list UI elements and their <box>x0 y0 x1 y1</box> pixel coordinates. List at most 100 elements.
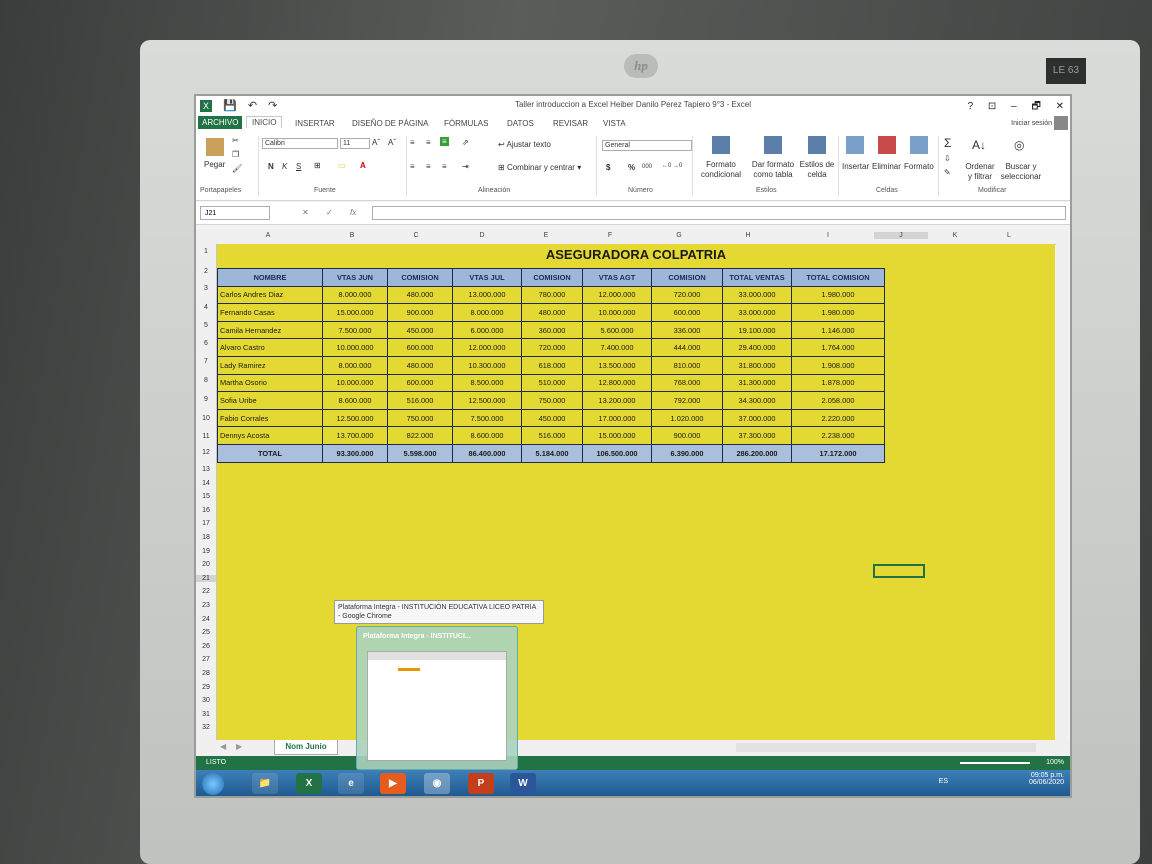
column-header-i[interactable]: I <box>782 232 874 239</box>
value-cell[interactable]: 31.800.000 <box>722 355 792 375</box>
indent-icon[interactable]: ⇥ <box>462 162 469 171</box>
value-cell[interactable]: 1.146.000 <box>791 320 885 340</box>
value-cell[interactable]: 2.058.000 <box>791 391 885 410</box>
value-cell[interactable]: 15.000.000 <box>322 303 388 322</box>
format-cells-icon[interactable] <box>910 136 928 154</box>
restore-button[interactable]: 🗗 <box>1031 101 1040 112</box>
employee-name-cell[interactable]: Alvaro Castro <box>217 338 323 357</box>
value-cell[interactable]: 510.000 <box>521 373 583 393</box>
align-center-icon[interactable]: ≡ <box>426 162 431 171</box>
employee-name-cell[interactable]: Martha Osorio <box>217 373 323 393</box>
header-comision-jun[interactable]: COMISION <box>387 268 453 287</box>
value-cell[interactable]: 1.908.000 <box>791 355 885 375</box>
value-cell[interactable]: 2.220.000 <box>791 408 885 428</box>
value-cell[interactable]: 1.878.000 <box>791 373 885 393</box>
row-header[interactable]: 1 <box>196 248 216 255</box>
tab-home[interactable]: INICIO <box>246 116 283 128</box>
autosum-icon[interactable]: Σ <box>944 136 951 150</box>
row-header[interactable]: 28 <box>196 670 216 677</box>
chrome-window-preview[interactable]: Plataforma Integra - INSTITUCI... <box>356 626 518 770</box>
wrap-text-button[interactable]: ↩ Ajustar texto <box>498 140 551 149</box>
row-header[interactable]: 11 <box>196 433 216 440</box>
value-cell[interactable]: 10.300.000 <box>452 355 522 375</box>
value-cell[interactable]: 33.000.000 <box>722 285 792 305</box>
sort-filter-icon[interactable]: A↓ <box>972 138 986 152</box>
value-cell[interactable]: 34.300.000 <box>722 391 792 410</box>
value-cell[interactable]: 450.000 <box>387 320 453 340</box>
tab-review[interactable]: REVISAR <box>553 119 588 128</box>
value-cell[interactable]: 8.500.000 <box>452 373 522 393</box>
selected-cell-j21[interactable] <box>873 564 925 578</box>
font-color-icon[interactable]: A <box>360 161 366 170</box>
value-cell[interactable]: 7.500.000 <box>322 320 388 340</box>
value-cell[interactable]: 600.000 <box>651 303 723 322</box>
row-header[interactable]: 4 <box>196 304 216 311</box>
value-cell[interactable]: 29.400.000 <box>722 338 792 357</box>
merge-center-button[interactable]: ⊞ Combinar y centrar ▾ <box>498 163 581 172</box>
row-header[interactable]: 10 <box>196 415 216 422</box>
value-cell[interactable]: 5.600.000 <box>582 320 652 340</box>
system-clock[interactable]: 09:05 p.m. 06/06/2020 <box>1029 772 1064 786</box>
value-cell[interactable]: 12.800.000 <box>582 373 652 393</box>
row-header[interactable]: 30 <box>196 697 216 704</box>
value-cell[interactable]: 750.000 <box>387 408 453 428</box>
column-header-g[interactable]: G <box>644 232 714 239</box>
ribbon-display-button[interactable]: ⊡ <box>988 101 996 112</box>
tab-page-layout[interactable]: DISEÑO DE PÁGINA <box>352 119 428 128</box>
column-header-e[interactable]: E <box>516 232 576 239</box>
row-header[interactable]: 26 <box>196 643 216 650</box>
word-icon[interactable]: W <box>510 773 536 794</box>
employee-name-cell[interactable]: Camila Hernandez <box>217 320 323 340</box>
total-value-cell[interactable]: 5.598.000 <box>387 443 453 463</box>
value-cell[interactable]: 822.000 <box>387 426 453 445</box>
cell-styles-button[interactable]: Estilos de celda <box>798 160 836 180</box>
value-cell[interactable]: 360.000 <box>521 320 583 340</box>
row-header[interactable]: 21 <box>196 574 216 582</box>
help-button[interactable]: ? <box>968 101 974 112</box>
row-header[interactable]: 31 <box>196 711 216 718</box>
employee-name-cell[interactable]: Fabio Corrales <box>217 408 323 428</box>
header-nombre[interactable]: NOMBRE <box>217 268 323 287</box>
row-header[interactable]: 8 <box>196 377 216 384</box>
grow-font-icon[interactable]: Aˆ <box>372 138 380 147</box>
value-cell[interactable]: 600.000 <box>387 373 453 393</box>
value-cell[interactable]: 10.000.000 <box>582 303 652 322</box>
header-comision-jul[interactable]: COMISION <box>521 268 583 287</box>
number-format-select[interactable]: General <box>602 140 692 151</box>
chrome-icon[interactable]: ◉ <box>424 773 450 794</box>
avatar[interactable] <box>1054 116 1068 130</box>
value-cell[interactable]: 900.000 <box>387 303 453 322</box>
close-button[interactable]: ✕ <box>1056 101 1064 112</box>
format-button[interactable]: Formato <box>904 162 934 171</box>
header-total-ventas[interactable]: TOTAL VENTAS <box>722 268 792 287</box>
total-value-cell[interactable]: 5.184.000 <box>521 443 583 463</box>
insert-function-button[interactable]: fx <box>350 208 356 217</box>
value-cell[interactable]: 8.600.000 <box>322 391 388 410</box>
value-cell[interactable]: 17.000.000 <box>582 408 652 428</box>
value-cell[interactable]: 618.000 <box>521 355 583 375</box>
tab-formulas[interactable]: FÓRMULAS <box>444 119 488 128</box>
value-cell[interactable]: 1.980.000 <box>791 285 885 305</box>
explorer-icon[interactable]: 📁 <box>252 773 278 794</box>
value-cell[interactable]: 900.000 <box>651 426 723 445</box>
row-header[interactable]: 2 <box>196 268 216 275</box>
align-middle-icon[interactable]: ≡ <box>426 138 431 147</box>
row-header[interactable]: 19 <box>196 548 216 555</box>
value-cell[interactable]: 750.000 <box>521 391 583 410</box>
fill-icon[interactable]: ⇩ <box>944 154 951 163</box>
row-header[interactable]: 6 <box>196 340 216 347</box>
enter-icon[interactable]: ✓ <box>326 208 333 217</box>
value-cell[interactable]: 33.000.000 <box>722 303 792 322</box>
copy-icon[interactable]: ❐ <box>232 150 239 159</box>
value-cell[interactable]: 768.000 <box>651 373 723 393</box>
value-cell[interactable]: 19.100.000 <box>722 320 792 340</box>
row-header[interactable]: 22 <box>196 588 216 595</box>
total-value-cell[interactable]: 93.300.000 <box>322 443 388 463</box>
value-cell[interactable]: 1.020.000 <box>651 408 723 428</box>
row-header[interactable]: 5 <box>196 322 216 329</box>
conditional-format-icon[interactable] <box>712 136 730 154</box>
value-cell[interactable]: 480.000 <box>387 285 453 305</box>
value-cell[interactable]: 450.000 <box>521 408 583 428</box>
align-top-icon[interactable]: ≡ <box>410 138 415 147</box>
value-cell[interactable]: 516.000 <box>387 391 453 410</box>
